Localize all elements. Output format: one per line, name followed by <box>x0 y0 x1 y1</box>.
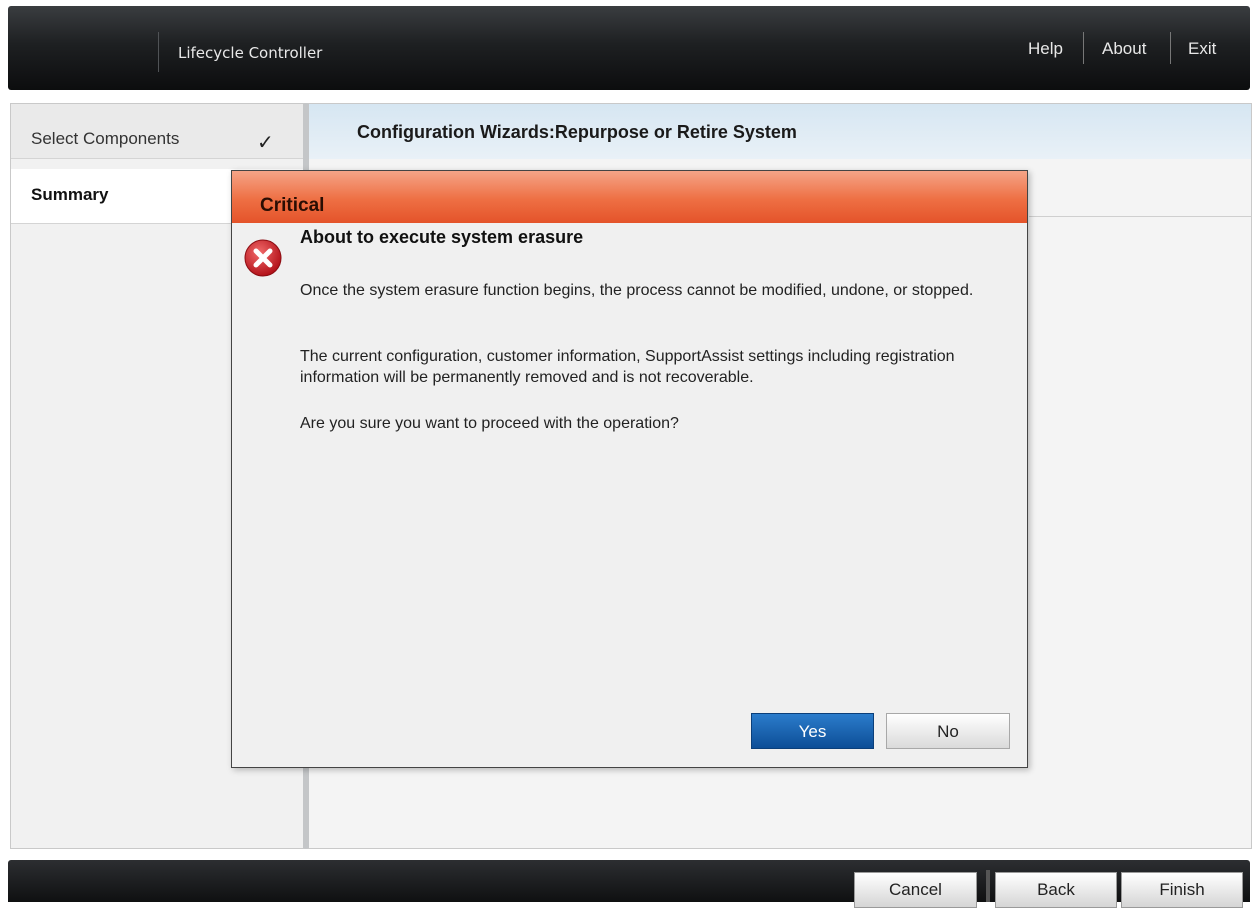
dialog-message: The current configuration, customer info… <box>300 348 955 386</box>
no-button[interactable]: No <box>886 713 1010 749</box>
about-link[interactable]: About <box>1102 39 1146 59</box>
dialog-message: Once the system erasure function begins,… <box>300 282 974 299</box>
wizard-header: Configuration Wizards:Repurpose or Retir… <box>309 104 1251 159</box>
button-divider <box>986 870 990 902</box>
bottom-bar: Cancel Back Finish <box>8 860 1250 908</box>
finish-button[interactable]: Finish <box>1121 872 1243 908</box>
cancel-button[interactable]: Cancel <box>854 872 977 908</box>
title-divider <box>158 32 159 72</box>
checkmark-icon: ✓ <box>257 132 274 154</box>
help-link[interactable]: Help <box>1028 39 1063 59</box>
exit-link[interactable]: Exit <box>1188 39 1216 59</box>
app-title: Lifecycle Controller <box>178 44 323 62</box>
dialog-header: Critical <box>232 171 1027 223</box>
sidebar-item-select-components[interactable]: Select Components ✓ <box>11 104 303 159</box>
link-divider <box>1083 32 1084 64</box>
dialog-heading: About to execute system erasure <box>300 227 584 247</box>
top-bar: Lifecycle Controller Help About Exit <box>8 6 1250 90</box>
error-icon <box>244 239 282 277</box>
sidebar-item-label: Select Components <box>31 129 180 148</box>
sidebar-item-label: Summary <box>31 185 109 204</box>
dialog-question: Are you sure you want to proceed with th… <box>300 415 679 432</box>
dialog-severity-title: Critical <box>260 195 325 216</box>
yes-button[interactable]: Yes <box>751 713 874 749</box>
critical-dialog: Critical About to execute system erasure… <box>231 170 1028 768</box>
back-button[interactable]: Back <box>995 872 1117 908</box>
link-divider <box>1170 32 1171 64</box>
page-title: Configuration Wizards:Repurpose or Retir… <box>357 122 797 142</box>
divider <box>1029 216 1251 217</box>
